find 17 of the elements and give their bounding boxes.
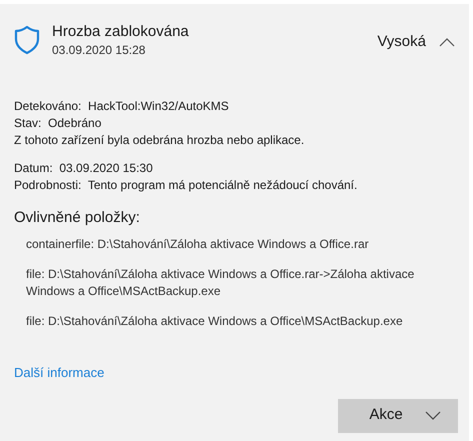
chevron-down-icon [424,410,441,420]
affected-item: file: D:\Stahování\Záloha aktivace Windows a Office.rar->Záloha aktivace Windows a Office\MSActBackup.exe [26,266,416,300]
detail-line: Podrobnosti: Tento program má potenciálně nežádoucí chování. [14,177,358,194]
affected-item: file: D:\Stahování\Záloha aktivace Windows a Office\MSActBackup.exe [26,313,404,330]
more-info-link[interactable]: Další informace [14,363,104,382]
action-button[interactable]: Akce [338,398,458,432]
detail-line: Z tohoto zařízení byla odebrána hrozba nebo aplikace. [14,132,306,149]
chevron-up-icon[interactable] [439,37,455,48]
detail-line: Datum: 03.09.2020 15:30 [14,160,154,177]
threat-date: 03.09.2020 15:28 [52,42,146,58]
threat-title: Hrozba zablokována [52,22,189,42]
shield-icon [14,25,40,55]
affected-item: containerfile: D:\Stahování\Záloha aktivace Windows a Office.rar [26,236,370,253]
detail-line: Detekováno: HackTool:Win32/AutoKMS [14,98,230,115]
affected-heading: Ovlivněné položky: [13,208,141,228]
detail-line: Stav: Odebráno [14,115,102,132]
severity-label: Vysoká [377,32,426,52]
